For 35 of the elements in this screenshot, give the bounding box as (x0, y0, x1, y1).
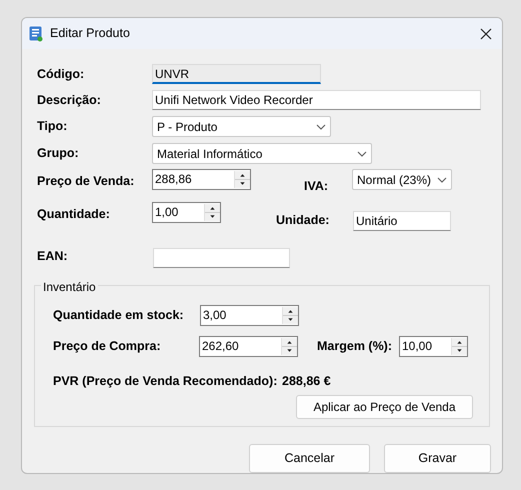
pvr-label: PVR (Preço de Venda Recomendado): (53, 372, 278, 390)
chevron-down-icon (357, 150, 367, 156)
text-field[interactable] (153, 248, 290, 268)
field-label: Preço de Venda: (37, 173, 136, 190)
spin-field[interactable]: 1,00 (152, 202, 221, 223)
field-label: Grupo: (37, 145, 80, 162)
field-label: Descrição: (37, 92, 102, 109)
field-label: Unidade: (276, 212, 330, 229)
field-label: Tipo: (37, 118, 68, 136)
field-label: Quantidade em stock: (53, 306, 185, 324)
field-label: Código: (37, 66, 86, 83)
field-label: Margem (%): (317, 338, 394, 355)
spin-field[interactable]: 3,00 (200, 304, 299, 326)
field-label: IVA: (304, 178, 330, 195)
text-field[interactable]: UNVR (152, 64, 321, 84)
text-field[interactable]: Unifi Network Video Recorder (152, 90, 481, 110)
dropdown[interactable]: Normal (23%) (352, 169, 452, 190)
dialog-button[interactable]: Gravar (384, 444, 491, 473)
document-icon (29, 26, 43, 42)
close-icon[interactable] (480, 28, 492, 40)
spin-field[interactable]: 262,60 (199, 336, 298, 357)
window-title: Editar Produto (50, 25, 130, 42)
apply-button[interactable]: Aplicar ao Preço de Venda (296, 394, 473, 418)
chevron-down-icon (316, 124, 326, 130)
dropdown[interactable]: P - Produto (152, 116, 331, 137)
field-label: Preço de Compra: (53, 338, 162, 355)
dropdown[interactable]: Material Informático (152, 143, 372, 164)
chevron-down-icon (437, 176, 447, 182)
field-label: Quantidade: (37, 206, 111, 223)
text-field[interactable]: Unitário (353, 210, 451, 231)
pvr-value: 288,86 € (282, 372, 331, 390)
spin-field[interactable]: 10,00 (399, 336, 468, 357)
spin-field[interactable]: 288,86 (152, 169, 251, 190)
field-label: EAN: (37, 248, 69, 265)
dialog-button[interactable]: Cancelar (249, 444, 370, 473)
